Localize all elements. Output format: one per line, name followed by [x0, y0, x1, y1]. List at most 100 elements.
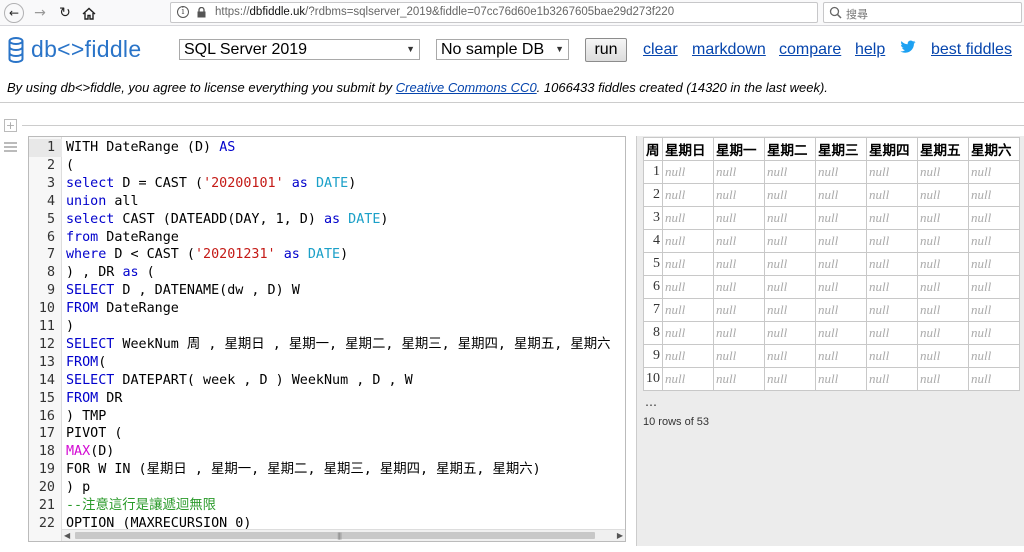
code-line[interactable]: 20) p [29, 479, 625, 497]
app-header: db<>fiddle SQL Server 2019 ▼ No sample D… [0, 27, 1024, 73]
table-cell: null [713, 344, 765, 368]
line-number: 2 [46, 157, 55, 173]
code-token: ) , DR [66, 265, 123, 281]
info-icon[interactable]: i [177, 6, 189, 18]
code-token: from [66, 229, 99, 245]
dropdown-arrow-icon: ▼ [406, 44, 415, 54]
run-button[interactable]: run [585, 38, 627, 62]
code-line[interactable]: 6 from DateRange [29, 229, 625, 247]
table-cell: null [662, 321, 714, 345]
license-notice: By using db<>fiddle, you agree to licens… [0, 73, 1024, 103]
code-line[interactable]: 10 FROM DateRange [29, 300, 625, 318]
code-token: PIVOT ( [66, 426, 123, 442]
table-row: 2 null null null null null null null [643, 183, 1020, 207]
code-line[interactable]: 17 PIVOT ( [29, 425, 625, 443]
code-line[interactable]: 14 SELECT DATEPART( week , D ) WeekNum , … [29, 372, 625, 390]
code-token: as [122, 265, 139, 281]
code-line[interactable]: 7 where D < CAST ('20201231' as DATE) [29, 246, 625, 264]
table-row: 9 null null null null null null null [643, 344, 1020, 368]
scrollbar-thumb[interactable]: ||| [75, 532, 595, 540]
address-bar[interactable]: i https://dbfiddle.uk/?rdbms=sqlserver_2… [170, 2, 985, 23]
code-token: where [66, 247, 107, 263]
sample-db-select[interactable]: No sample DB ▼ [436, 39, 569, 60]
table-cell: null [815, 275, 867, 299]
table-cell: null [866, 160, 918, 184]
scroll-left-arrow-icon[interactable]: ◀ [64, 531, 70, 540]
sql-editor[interactable]: 1 WITH DateRange (D) AS 2(3 select D = CAST… [28, 136, 626, 542]
lock-icon[interactable] [197, 7, 206, 18]
line-number: 21 [38, 498, 55, 513]
table-cell: null [662, 252, 714, 276]
code-line[interactable]: 12 SELECT WeekNum 周 , 星期日 , 星期一, 星期二, 星期三… [29, 336, 625, 354]
reload-icon[interactable]: ↻ [55, 3, 75, 23]
column-header: 星期三 [815, 137, 867, 161]
code-line[interactable]: 16) TMP [29, 408, 625, 426]
license-suffix: . 1066433 fiddles created (14320 in the … [536, 80, 828, 95]
table-cell: null [713, 275, 765, 299]
row-week-cell: 6 [643, 275, 663, 299]
add-batch-plus-icon[interactable]: + [4, 119, 17, 132]
code-token: (D) [90, 444, 115, 460]
line-number: 4 [46, 193, 55, 209]
best-fiddles-link[interactable]: best fiddles [931, 41, 1012, 59]
horizontal-scrollbar[interactable]: ◀ ||| ▶ [62, 529, 625, 541]
code-line[interactable]: 4 union all [29, 193, 625, 211]
row-week-cell: 8 [643, 321, 663, 345]
table-cell: null [917, 367, 969, 391]
row-week-cell: 2 [643, 183, 663, 207]
drag-handle-icon[interactable] [4, 141, 17, 153]
table-cell: null [815, 321, 867, 345]
compare-link[interactable]: compare [779, 41, 841, 59]
code-line[interactable]: 15 FROM DR [29, 390, 625, 408]
row-week-cell: 1 [643, 160, 663, 184]
result-table: 周星期日 星期一 星期二 星期三 星期四 星期五 星期六 1 null null null null… [643, 137, 1020, 391]
code-line[interactable]: 18 MAX(D) [29, 443, 625, 461]
code-line[interactable]: 19 FOR W IN (星期日 , 星期一, 星期二, 星期三, 星期四, 星期… [29, 461, 625, 479]
code-token: select [66, 175, 115, 191]
code-line[interactable]: 8) , DR as ( [29, 264, 625, 282]
help-link[interactable]: help [855, 41, 885, 59]
cc0-link[interactable]: Creative Commons CC0 [396, 80, 537, 95]
table-row: 1 null null null null null null null [643, 160, 1020, 184]
more-rows-ellipsis[interactable]: … [645, 395, 657, 409]
code-line[interactable]: 11) [29, 318, 625, 336]
table-cell: null [713, 206, 765, 230]
dbms-select[interactable]: SQL Server 2019 ▼ [179, 39, 420, 60]
table-cell: null [764, 275, 816, 299]
back-arrow-icon[interactable]: ← [4, 3, 24, 23]
line-number: 7 [46, 247, 55, 263]
twitter-icon[interactable] [900, 40, 916, 54]
search-placeholder: 搜尋 [846, 8, 868, 21]
markdown-link[interactable]: markdown [692, 41, 766, 59]
code-token: as [323, 211, 341, 227]
search-box[interactable]: 搜尋 [823, 2, 1022, 23]
line-number: 18 [38, 444, 55, 460]
code-line[interactable]: 3 select D = CAST ('20200101' as DATE) [29, 175, 625, 193]
code-token: CAST (DATEADD(DAY, 1, D) [114, 211, 324, 227]
home-icon[interactable] [79, 3, 99, 23]
browser-toolbar: ← → ↻ i https://dbfiddle.uk/?rdbms=sqlse… [0, 0, 1024, 26]
table-cell: null [917, 275, 969, 299]
code-line[interactable]: 9 SELECT D , DATENAME(dw , D) W [29, 282, 625, 300]
line-number: 10 [38, 301, 55, 317]
code-line[interactable]: 2( [29, 157, 625, 175]
table-cell: null [713, 252, 765, 276]
logo[interactable]: db<>fiddle [8, 36, 141, 63]
line-number: 5 [46, 211, 55, 227]
code-line[interactable]: 1 WITH DateRange (D) AS [29, 139, 625, 157]
table-cell: null [866, 275, 918, 299]
table-cell: null [815, 252, 867, 276]
code-line[interactable]: 13 FROM( [29, 354, 625, 372]
code-line[interactable]: 21 --注意這行是讓遞迴無限 [29, 497, 625, 515]
code-token: DateRange [98, 301, 179, 317]
table-cell: null [968, 160, 1020, 184]
sample-db-select-value: No sample DB [441, 41, 545, 58]
column-header: 星期二 [764, 137, 816, 161]
clear-link[interactable]: clear [643, 41, 678, 59]
forward-arrow-icon[interactable]: → [30, 3, 50, 23]
scroll-right-arrow-icon[interactable]: ▶ [617, 531, 623, 540]
table-cell: null [968, 275, 1020, 299]
code-line[interactable]: 5 select CAST (DATEADD(DAY, 1, D) as DATE… [29, 211, 625, 229]
table-cell: null [917, 321, 969, 345]
code-token: '20201231' [195, 247, 276, 263]
